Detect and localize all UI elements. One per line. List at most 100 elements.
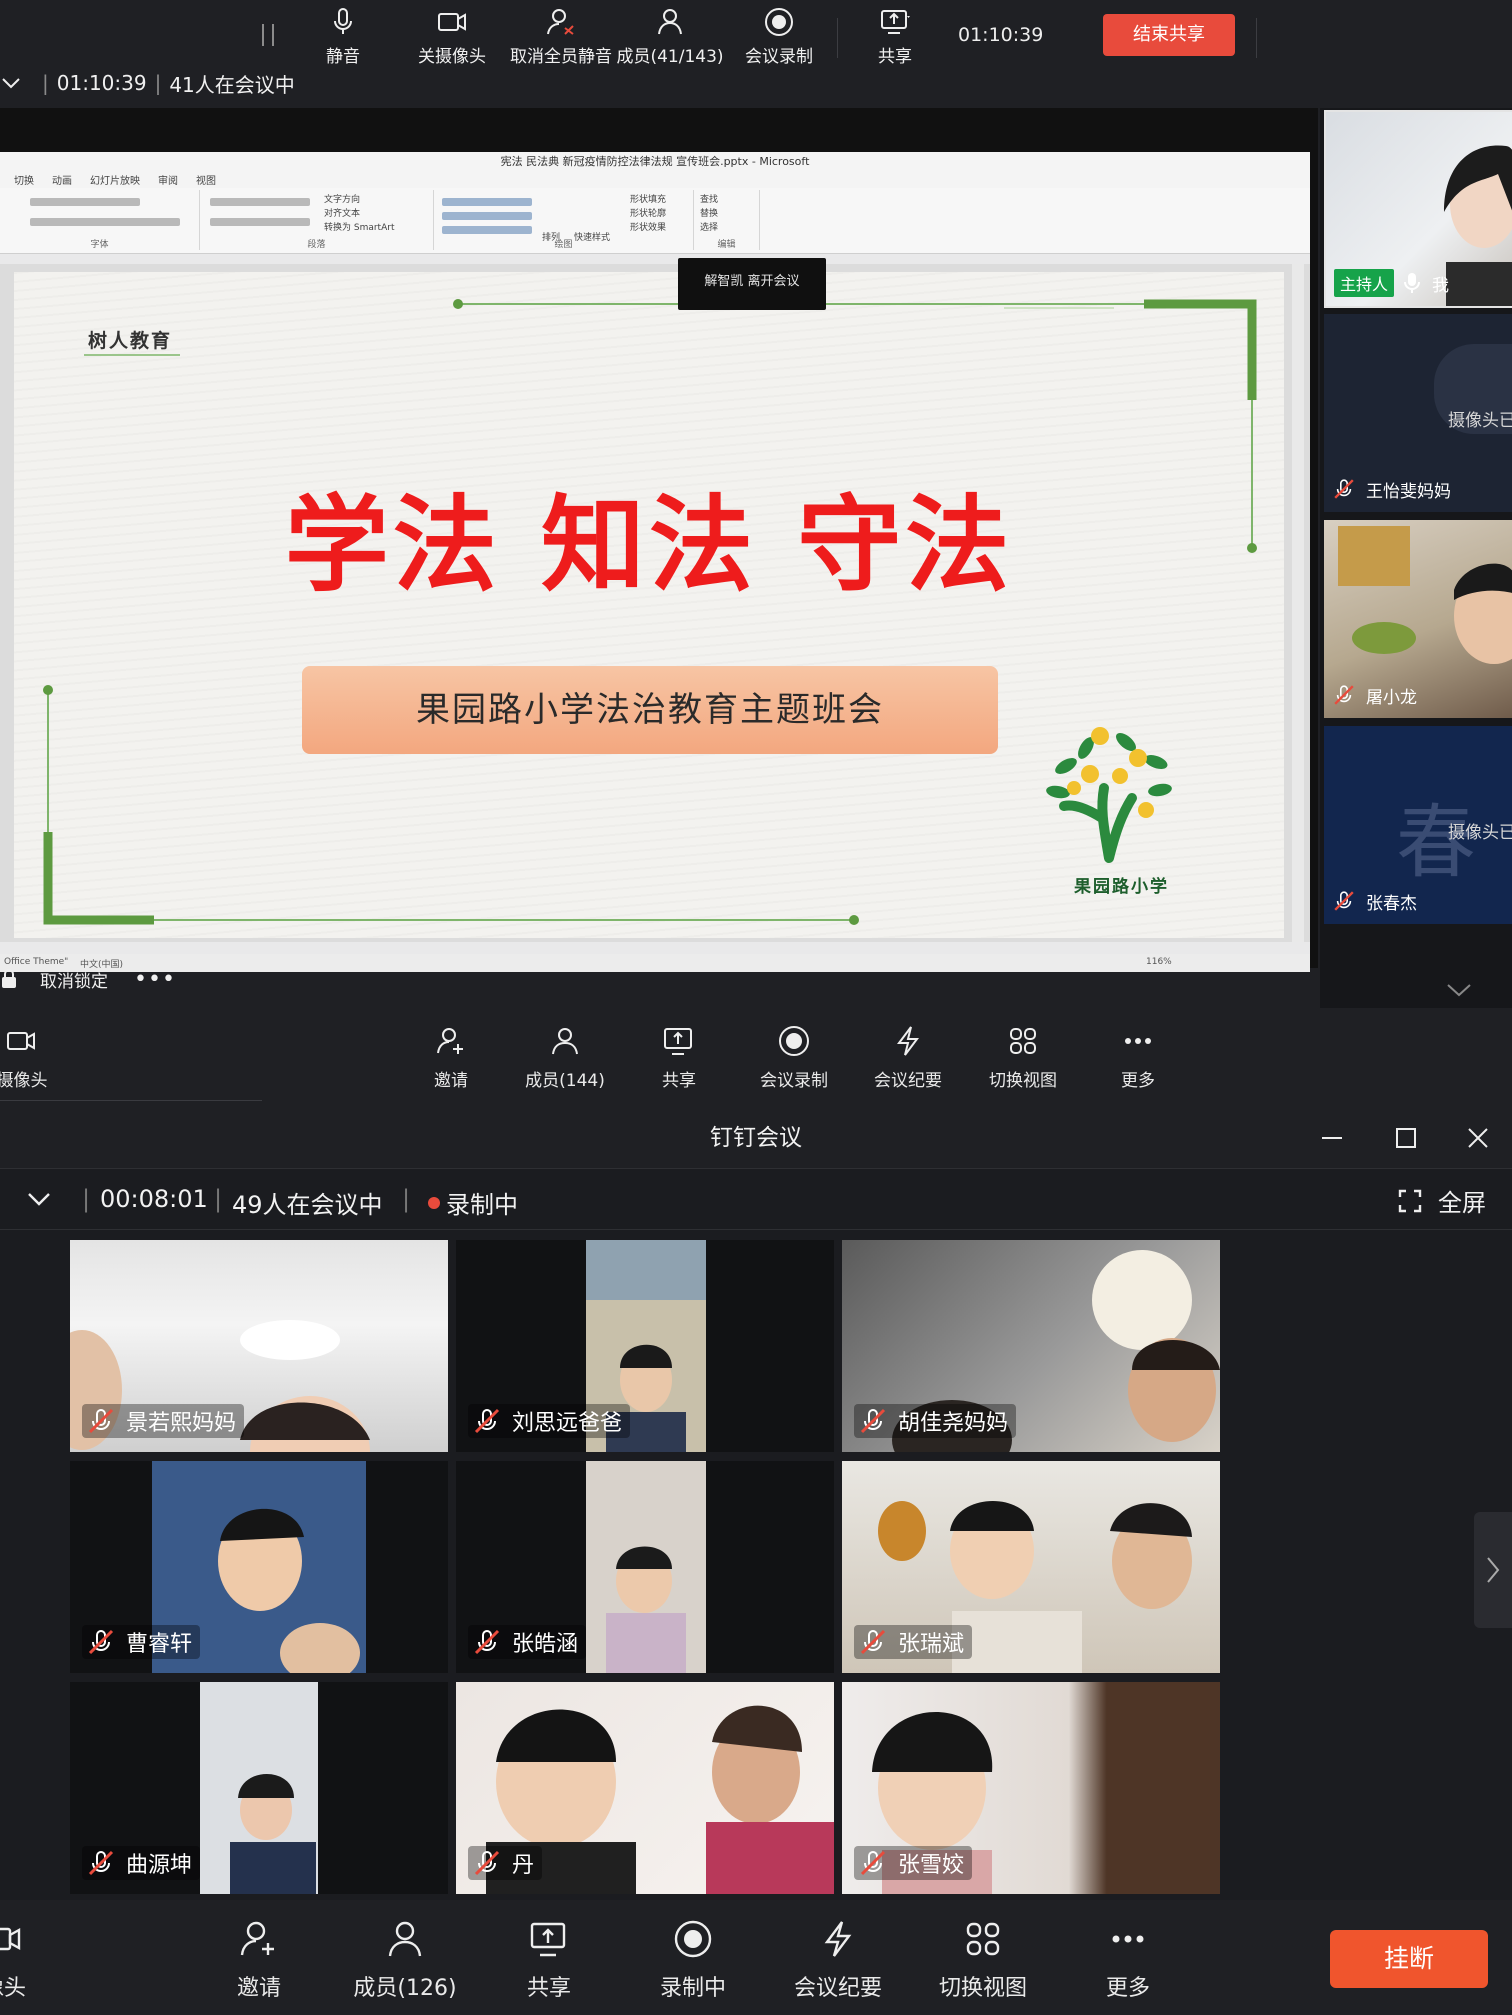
members-icon	[552, 1028, 578, 1055]
mic-muted-icon	[1334, 479, 1354, 499]
camera-off-button[interactable]: 关摄像头	[397, 6, 507, 67]
video-tile[interactable]: 丹	[456, 1682, 834, 1894]
participant-label: 曲源坤	[82, 1846, 201, 1880]
next-page-button[interactable]	[1474, 1512, 1512, 1628]
ppt-scrollbar[interactable]	[1292, 264, 1304, 942]
lock-icon[interactable]	[0, 969, 18, 989]
video-tile[interactable]: 曹睿轩	[70, 1461, 448, 1673]
record-icon	[674, 1920, 712, 1958]
members-button[interactable]: 成员(126)	[343, 1918, 467, 2002]
record-icon	[765, 8, 793, 36]
divider: |	[82, 1185, 91, 1213]
share-label: 共享	[526, 1976, 571, 2001]
chevron-down-icon[interactable]	[1444, 980, 1474, 1000]
mute-button[interactable]: 静音	[288, 6, 398, 67]
mic-muted-icon	[88, 1629, 114, 1655]
unmute-all-button[interactable]: 取消全员静音	[505, 6, 617, 67]
video-tile[interactable]: 刘思远爸爸	[456, 1240, 834, 1452]
share-label: 共享	[662, 1071, 696, 1091]
invite-button[interactable]: 邀请	[199, 1918, 319, 2002]
participant-label: 张皓涵	[468, 1625, 587, 1659]
participant-name: 张皓涵	[512, 1632, 579, 1657]
share-timer: 01:10:39	[958, 24, 1044, 46]
share-toolbar: 静音 关摄像头 取消全员静音 成员(41/143) 会议录制 共享 01:10:…	[0, 0, 1512, 72]
video-tile[interactable]: 张皓涵	[456, 1461, 834, 1673]
minimize-icon[interactable]	[1318, 1124, 1346, 1152]
unlock-label[interactable]: 取消锁定	[40, 967, 108, 992]
end-share-button[interactable]: 结束共享	[1103, 14, 1235, 56]
camera-button[interactable]: 像头	[0, 1918, 64, 2002]
share-button[interactable]: 共享	[489, 1918, 609, 2002]
ribbon-label[interactable]: 形状填充	[630, 192, 666, 205]
drag-handle[interactable]	[262, 24, 274, 46]
chevron-down-icon[interactable]	[0, 72, 22, 94]
invite-icon	[437, 1028, 463, 1054]
upper-attendees: 41人在会议中	[169, 72, 295, 97]
slide-brand-underline	[84, 354, 180, 356]
record-button[interactable]: 会议录制	[744, 1024, 844, 1091]
participant-tile[interactable]: 屠小龙	[1324, 520, 1512, 718]
ppt-tab[interactable]: 审阅	[158, 172, 178, 188]
members-icon	[658, 9, 682, 35]
participant-name: 张雪姣	[898, 1853, 965, 1878]
more-button[interactable]: 更多	[1068, 1918, 1188, 2002]
more-dots-icon	[1125, 1038, 1151, 1044]
minutes-button[interactable]: 会议纪要	[858, 1024, 958, 1091]
grid-view-icon	[966, 1922, 1000, 1956]
close-icon[interactable]	[1464, 1124, 1492, 1152]
ppt-titlebar: 宪法 民法典 新冠疫情防控法律法规 宣传班会.pptx - Microsoft	[0, 152, 1310, 172]
ribbon-label[interactable]: 对齐文本	[324, 206, 360, 219]
record-label: 会议录制	[760, 1071, 828, 1091]
video-tile[interactable]: 景若熙妈妈	[70, 1240, 448, 1452]
ribbon-label[interactable]: 选择	[700, 220, 718, 233]
participant-label: 王怡斐妈妈	[1332, 474, 1451, 504]
video-tile[interactable]: 胡佳尧妈妈	[842, 1240, 1220, 1452]
share-label: 共享	[878, 47, 912, 67]
chevron-down-icon[interactable]	[26, 1189, 52, 1209]
record-icon	[779, 1026, 809, 1056]
ribbon-label[interactable]: 形状轮廓	[630, 206, 666, 219]
mute-label: 静音	[326, 47, 360, 67]
minutes-button[interactable]: 会议纪要	[778, 1918, 898, 2002]
mic-muted-icon	[88, 1850, 114, 1876]
slide-brand: 树人教育	[88, 330, 173, 352]
video-tile[interactable]: 曲源坤	[70, 1682, 448, 1894]
participant-tile[interactable]: 摄像头已 王怡斐妈妈	[1324, 314, 1512, 512]
switch-view-label: 切换视图	[938, 1976, 1027, 2001]
more-dots-icon[interactable]: •••	[134, 967, 176, 992]
mic-muted-icon	[860, 1408, 886, 1434]
recording-button[interactable]: 录制中	[633, 1918, 753, 2002]
switch-view-button[interactable]: 切换视图	[973, 1024, 1073, 1091]
invite-button[interactable]: 邀请	[401, 1024, 501, 1091]
ribbon-label[interactable]: 替换	[700, 206, 718, 219]
ppt-tab[interactable]: 幻灯片放映	[90, 172, 140, 188]
video-tile[interactable]: 张瑞斌	[842, 1461, 1220, 1673]
record-button[interactable]: 会议录制	[724, 6, 834, 67]
ribbon-label[interactable]: 转换为 SmartArt	[324, 220, 394, 233]
video-tile[interactable]: 张雪姣	[842, 1682, 1220, 1894]
members-button[interactable]: 成员(144)	[515, 1024, 615, 1091]
camera-off-label: 关摄像头	[418, 47, 486, 67]
hangup-button[interactable]: 挂断	[1330, 1930, 1488, 1988]
ppt-tab[interactable]: 切换	[14, 172, 34, 188]
ribbon-group-label: 字体	[90, 240, 109, 250]
ribbon-label[interactable]: 文字方向	[324, 192, 360, 205]
camera-button[interactable]: 摄像头	[0, 1024, 72, 1091]
participant-tile[interactable]: 春 摄像头已 张春杰	[1324, 726, 1512, 924]
meeting-elapsed: 00:08:01	[100, 1185, 208, 1213]
ribbon-label[interactable]: 查找	[700, 192, 718, 205]
switch-view-button[interactable]: 切换视图	[923, 1918, 1043, 2002]
fullscreen-button[interactable]: 全屏	[1398, 1183, 1486, 1218]
members-button[interactable]: 成员(41/143)	[615, 6, 725, 67]
maximize-icon[interactable]	[1392, 1124, 1420, 1152]
ppt-tab[interactable]: 动画	[52, 172, 72, 188]
share-button[interactable]: 共享	[629, 1024, 729, 1091]
share-button[interactable]: 共享	[840, 6, 950, 67]
more-button[interactable]: 更多	[1088, 1024, 1188, 1091]
ribbon-label[interactable]: 形状效果	[630, 220, 666, 233]
zoom-level[interactable]: 116%	[1146, 957, 1172, 967]
ppt-tab[interactable]: 视图	[196, 172, 216, 188]
participant-tile-self[interactable]: 主持人 我	[1324, 110, 1512, 308]
slide-canvas: 树人教育 学法 知法 守法 果园路小学法治教育主题班会 果园路小学	[0, 264, 1310, 942]
window-title: 钉钉会议	[710, 1125, 802, 1151]
